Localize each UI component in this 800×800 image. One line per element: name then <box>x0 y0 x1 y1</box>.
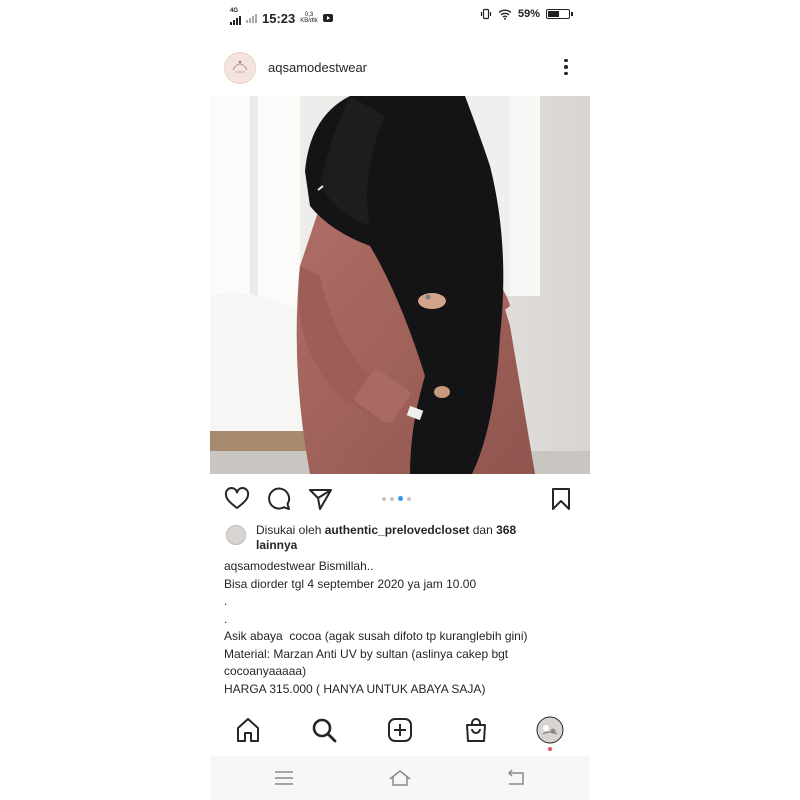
post-username[interactable]: aqsamodestwear <box>268 60 367 75</box>
instagram-screen: 4G 15:23 0,3 KB/dtk 59% aqsamodestwear D… <box>210 0 590 800</box>
add-post-icon <box>388 718 412 742</box>
search-icon <box>312 718 337 743</box>
clock: 15:23 <box>262 10 296 26</box>
caption-line: Material: Marzan Anti UV by sultan (asli… <box>224 646 509 661</box>
likes-text[interactable]: Disukai oleh authentic_preloved​closet d… <box>256 523 576 553</box>
home-icon <box>237 718 259 742</box>
nav-home-button[interactable] <box>234 716 262 744</box>
battery-fill <box>548 11 559 17</box>
system-home-button[interactable] <box>388 766 412 790</box>
bookmark-icon <box>552 488 570 510</box>
likes-connector: dan <box>469 523 497 537</box>
caption-first-line: aqsamodestwear Bismillah.. <box>224 558 580 576</box>
caption-line: HARGA 315.000 ( HANYA UNTUK ABAYA SAJA) <box>224 681 486 696</box>
status-bar: 4G 15:23 0,3 KB/dtk 59% <box>210 4 590 26</box>
carousel-dot <box>382 496 386 501</box>
battery-percent: 59% <box>517 8 540 20</box>
post-caption: aqsamodestwear Bismillah.. Bisa diorder … <box>224 558 580 698</box>
like-button[interactable] <box>224 486 250 512</box>
send-icon <box>309 489 332 510</box>
liker-avatar[interactable] <box>226 525 246 545</box>
caption-first-text: Bismillah.. <box>315 559 374 573</box>
carousel-dot <box>407 496 411 501</box>
caption-line: . <box>224 594 228 608</box>
caption-line: Asik abaya cocoa (agak susah difoto tp k… <box>224 629 528 643</box>
more-dot <box>564 71 568 76</box>
post-header: aqsamodestwear <box>210 50 590 86</box>
shopping-bag-icon <box>466 718 486 742</box>
nav-create-button[interactable] <box>386 716 414 744</box>
nav-shop-button[interactable] <box>462 716 490 744</box>
save-button[interactable] <box>548 486 574 512</box>
network-indicator: 4G <box>230 8 241 28</box>
carousel-indicator <box>382 496 411 501</box>
share-button[interactable] <box>308 486 334 512</box>
notification-dot <box>548 747 552 751</box>
likes-row: Disukai oleh authentic_preloved​closet d… <box>226 523 576 553</box>
more-options-button[interactable] <box>556 56 576 78</box>
liker-username[interactable]: authentic_preloved​closet <box>325 523 470 537</box>
likes-prefix: Disukai oleh <box>256 523 325 537</box>
likes-count: 368 <box>496 523 517 537</box>
network-speed-unit: KB/dtk <box>300 18 318 24</box>
youtube-notification-icon <box>322 14 333 22</box>
system-back-button[interactable] <box>504 766 528 790</box>
likes-suffix: lainnya <box>256 538 298 552</box>
status-right: 59% <box>480 8 573 20</box>
more-dot <box>564 58 568 63</box>
post-photo-image <box>210 96 590 474</box>
caption-line: . <box>224 611 228 626</box>
network-type: 4G <box>230 8 239 14</box>
wifi-icon <box>498 9 512 20</box>
menu-icon <box>275 771 293 785</box>
brand-logo-avatar[interactable] <box>224 52 256 84</box>
comment-icon <box>268 487 291 510</box>
caption-line: Bisa diorder tgl 4 september 2020 ya jam… <box>224 576 477 591</box>
profile-avatar-icon <box>536 716 564 744</box>
caption-author[interactable]: aqsamodestwear <box>224 559 315 573</box>
system-home-icon <box>389 770 411 786</box>
post-photo[interactable] <box>210 96 590 474</box>
bottom-navigation <box>210 712 590 752</box>
network-speed: 0,3 KB/dtk <box>300 12 318 24</box>
carousel-dot-active <box>398 496 403 501</box>
status-left: 4G 15:23 0,3 KB/dtk <box>230 8 333 28</box>
nav-profile-button[interactable] <box>536 716 564 744</box>
system-navigation-bar <box>210 756 590 800</box>
comment-button[interactable] <box>266 486 292 512</box>
signal-sim2-icon <box>246 13 257 23</box>
back-icon <box>507 769 524 785</box>
brand-logo-icon <box>226 54 254 82</box>
post-action-bar <box>210 484 590 514</box>
carousel-dot <box>390 496 394 501</box>
vibrate-icon <box>480 8 492 20</box>
battery-icon <box>546 9 573 19</box>
more-dot <box>564 65 568 69</box>
heart-icon <box>224 487 250 509</box>
nav-search-button[interactable] <box>310 716 338 744</box>
recent-apps-button[interactable] <box>272 766 296 790</box>
signal-icon <box>230 16 241 25</box>
caption-line: cocoanyaaaaa) <box>224 664 307 678</box>
